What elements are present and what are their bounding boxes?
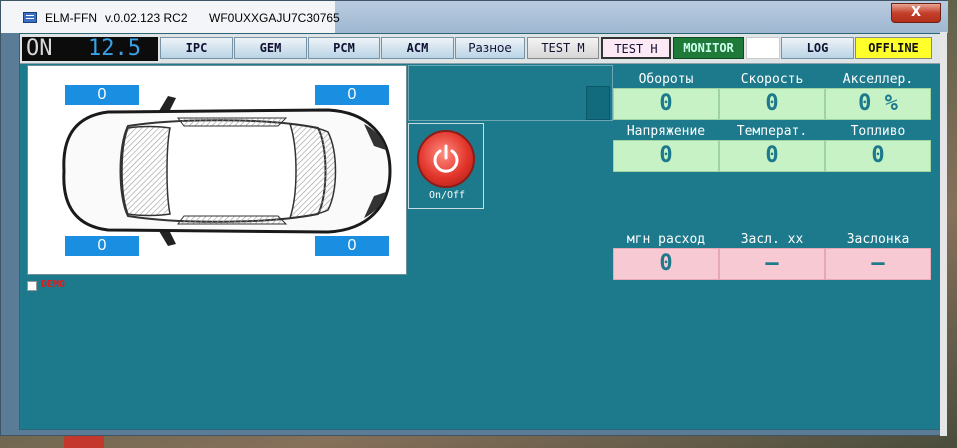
test-h-button[interactable]: TEST H bbox=[601, 37, 671, 59]
misc-button[interactable]: Разное bbox=[455, 37, 525, 59]
gauge-label-fuel: Топливо bbox=[850, 124, 906, 139]
gauge-label-speed: Скорость bbox=[740, 72, 804, 87]
tire-pressure-panel: 0 0 0 0 bbox=[27, 65, 407, 275]
power-control: On/Off bbox=[408, 123, 484, 209]
test-m-button[interactable]: TEST M bbox=[527, 37, 599, 59]
ipc-button[interactable]: IPC bbox=[160, 37, 233, 59]
title-bar[interactable]: ELM-FFN v.0.02.123 RC2 WF0UXXGAJU7C30765… bbox=[1, 1, 948, 33]
gauge-label-voltage: Напряжение bbox=[626, 124, 706, 139]
acm-button[interactable]: ACM bbox=[381, 37, 454, 59]
power-icon bbox=[433, 144, 459, 173]
ignition-voltage-display: ON 12.5 bbox=[22, 37, 158, 61]
gauge-value-temp: 0 bbox=[719, 140, 825, 172]
gauge-value-idle-valve: – bbox=[719, 248, 825, 280]
gauge-value-fuel: 0 bbox=[825, 140, 931, 172]
demo-label: DEMO bbox=[41, 279, 66, 290]
app-version: v.0.02.123 RC2 bbox=[105, 11, 188, 25]
log-button[interactable]: LOG bbox=[781, 37, 854, 59]
gauge-label-throttle: Заслонка bbox=[846, 232, 910, 247]
vin-number: WF0UXXGAJU7C30765 bbox=[209, 11, 340, 25]
ignition-status: ON bbox=[26, 36, 53, 61]
gem-button[interactable]: GEM bbox=[234, 37, 307, 59]
gauge-value-accel: 0 % bbox=[825, 88, 931, 120]
power-label: On/Off bbox=[428, 190, 466, 201]
gauge-label-rpm: Обороты bbox=[638, 72, 694, 87]
gauge-label-accel: Акселлер. bbox=[842, 72, 914, 87]
voltage-readout: 12.5 bbox=[88, 36, 141, 61]
offline-button[interactable]: OFFLINE bbox=[855, 37, 932, 59]
status-indicator bbox=[586, 86, 610, 120]
gauge-value-instant-consumption: 0 bbox=[613, 248, 719, 280]
gauge-value-speed: 0 bbox=[719, 88, 825, 120]
car-topview-icon bbox=[62, 96, 392, 246]
app-name: ELM-FFN bbox=[45, 11, 97, 25]
gauge-label-instant-consumption: мгн расход bbox=[626, 232, 706, 247]
main-panel: ON 12.5 IPC GEM PCM ACM Разное TEST M TE… bbox=[19, 33, 942, 430]
monitor-button[interactable]: MONITOR bbox=[673, 37, 744, 59]
app-window: ELM-FFN v.0.02.123 RC2 WF0UXXGAJU7C30765… bbox=[0, 0, 948, 436]
gauge-value-voltage: 0 bbox=[613, 140, 719, 172]
desktop-scrollbar[interactable] bbox=[940, 32, 947, 436]
gauge-label-temp: Температ. bbox=[736, 124, 808, 139]
power-button[interactable] bbox=[417, 130, 475, 188]
info-panel bbox=[408, 65, 613, 121]
gauge-label-idle-valve: Засл. хх bbox=[740, 232, 804, 247]
gauge-value-throttle: – bbox=[825, 248, 931, 280]
pcm-button[interactable]: PCM bbox=[308, 37, 380, 59]
close-button[interactable]: X bbox=[891, 3, 941, 23]
app-window-icon bbox=[23, 12, 37, 23]
demo-checkbox[interactable] bbox=[27, 281, 37, 291]
toolbar: ON 12.5 IPC GEM PCM ACM Разное TEST M TE… bbox=[20, 34, 942, 64]
blank-toolbar-button[interactable] bbox=[746, 37, 780, 59]
gauge-value-rpm: 0 bbox=[613, 88, 719, 120]
